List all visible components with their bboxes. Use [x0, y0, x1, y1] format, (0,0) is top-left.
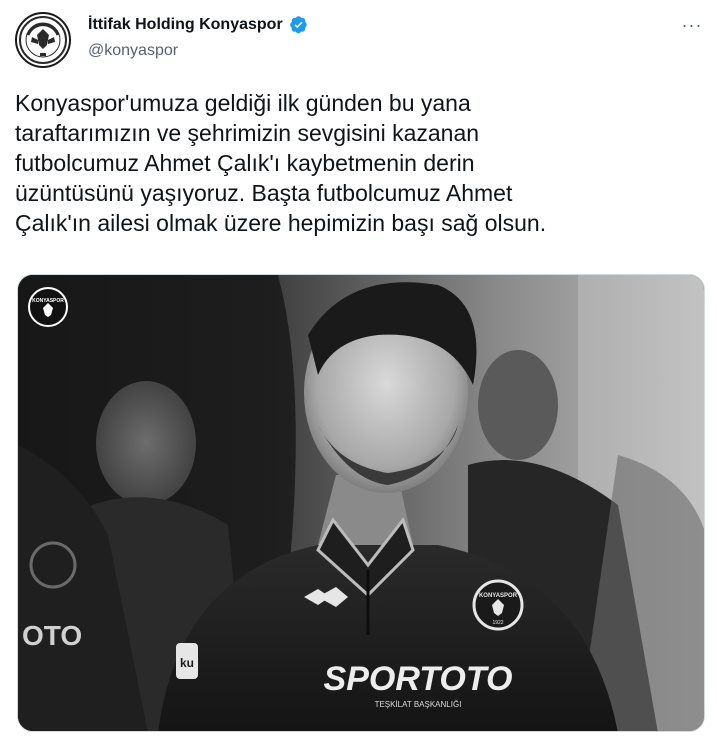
tweet: İttifak Holding Konyaspor @konyaspor ···…: [0, 0, 720, 747]
author-row: İttifak Holding Konyaspor: [88, 15, 308, 34]
more-options-label: ···: [681, 14, 703, 35]
shirt-crest-year: 1922: [492, 620, 503, 626]
avatar[interactable]: [15, 12, 71, 68]
sleeve-text: ku: [180, 656, 194, 670]
tweet-text-line: Konyaspor'umuza geldiği ilk günden bu ya…: [15, 90, 471, 116]
tweet-text-line: üzüntüsünü yaşıyoruz. Başta futbolcumuz …: [15, 180, 513, 206]
tweet-text-line: taraftarımızın ve şehrimizin sevgisini k…: [15, 120, 480, 146]
verified-badge-icon: [289, 16, 307, 34]
more-options-icon[interactable]: ···: [678, 14, 706, 36]
handle[interactable]: @konyaspor: [88, 42, 178, 60]
display-name[interactable]: İttifak Holding Konyaspor: [88, 16, 283, 34]
sponsor-subtext: TEŞKİLAT BAŞKANLIĞI: [375, 700, 462, 709]
player-photo: OTO KONYASPOR 1922 SPORTOTO TEŞKİLAT BAŞ…: [18, 275, 704, 731]
badge-text: KONYASPOR: [32, 298, 64, 304]
left-partial-text: OTO: [22, 620, 82, 651]
konyaspor-crest-icon: [19, 16, 67, 64]
tweet-text: Konyaspor'umuza geldiği ilk günden bu ya…: [15, 88, 695, 238]
sponsor-text: SPORTOTO: [324, 660, 513, 698]
shirt-crest-text: KONYASPOR: [479, 593, 518, 599]
tweet-text-line: Çalık'ın ailesi olmak üzere hepimizin ba…: [15, 210, 547, 236]
tweet-text-line: futbolcumuz Ahmet Çalık'ı kaybetmenin de…: [15, 150, 475, 176]
tweet-photo[interactable]: OTO KONYASPOR 1922 SPORTOTO TEŞKİLAT BAŞ…: [17, 274, 705, 732]
